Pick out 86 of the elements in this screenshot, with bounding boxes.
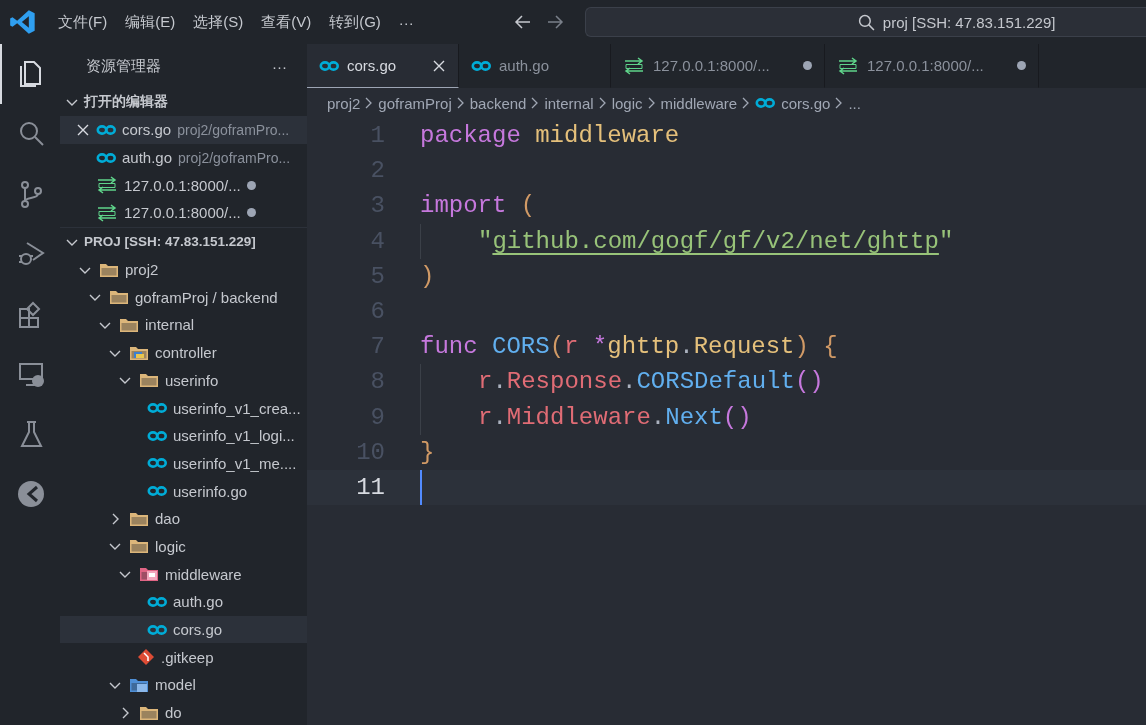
breadcrumb-item[interactable]: ... (848, 94, 861, 112)
text-cursor (420, 469, 422, 505)
folder-icon (129, 510, 149, 527)
file-icon (147, 595, 167, 608)
folder-row[interactable]: logic (60, 532, 307, 561)
file-icon (96, 151, 116, 164)
breadcrumb-item[interactable]: proj2 (327, 94, 361, 112)
unsaved-dot (246, 180, 256, 190)
file-icon (147, 402, 167, 415)
diamond-icon (137, 648, 155, 667)
folder-row[interactable]: goframProj / backend (60, 283, 307, 312)
menu-item[interactable]: 查看(V) (252, 12, 321, 32)
swap-arrows-icon (96, 176, 118, 195)
code-line: "github.com/gogf/gf/v2/net/ghttp" (478, 226, 954, 257)
search-icon (857, 13, 875, 31)
folder-icon (139, 704, 159, 721)
folder-row[interactable]: model (60, 671, 307, 699)
file-icon (147, 457, 167, 470)
folder-icon (99, 261, 119, 278)
file-icon (319, 59, 339, 72)
swap-arrows-icon (623, 56, 645, 75)
code-line: func CORS(r *ghttp.Request) { (420, 332, 838, 363)
code-line: } (420, 437, 435, 468)
open-editor-item[interactable]: 127.0.0.1:8000/... (60, 199, 307, 227)
breadcrumb-item[interactable]: logic (611, 94, 643, 112)
menu-item[interactable]: 选择(S) (184, 12, 253, 32)
folder-row[interactable]: dao (60, 504, 307, 533)
code-line: ) (420, 261, 435, 292)
folder-icon (109, 289, 129, 306)
breadcrumb-item[interactable]: middleware (660, 94, 738, 112)
breadcrumb-item[interactable]: internal (544, 94, 594, 112)
breadcrumb-item[interactable]: backend (469, 94, 527, 112)
folder-icon (129, 538, 149, 555)
line-number: 11 (355, 473, 385, 501)
breadcrumb-item[interactable]: goframProj (378, 94, 452, 112)
menu-item[interactable]: 编辑(E) (116, 12, 185, 32)
file-icon (147, 485, 167, 498)
folder-row[interactable]: internal (60, 311, 307, 339)
more-actions[interactable]: ··· (272, 57, 287, 75)
file-row[interactable]: auth.go (60, 588, 307, 616)
editor-tab[interactable]: cors.go (307, 44, 459, 88)
file-icon (755, 97, 776, 109)
folder-row[interactable]: userinfo (60, 366, 307, 395)
swap-arrows-icon (837, 56, 859, 75)
folder-row[interactable]: proj2 (60, 255, 307, 284)
code-line: r.Response.CORSDefault() (478, 367, 824, 398)
file-icon (471, 59, 491, 72)
open-editor-item[interactable]: cors.go proj2/goframPro... (60, 116, 307, 144)
app-logo (9, 8, 37, 36)
unsaved-dot (246, 208, 256, 218)
folder-icon (139, 372, 159, 389)
folder-row[interactable]: do (60, 698, 307, 725)
sidebar-title: 资源管理器 (86, 56, 161, 76)
folder-icon (129, 344, 149, 361)
file-row[interactable]: userinfo_v1_me.... (60, 449, 307, 478)
file-icon (147, 429, 167, 442)
folder-row[interactable]: controller (60, 338, 307, 367)
unsaved-dot (803, 61, 812, 70)
code-line: package middleware (420, 121, 680, 152)
section-header[interactable]: 打开的编辑器 (60, 88, 307, 116)
open-editor-item[interactable]: auth.go proj2/goframPro... (60, 143, 307, 172)
file-row[interactable]: userinfo.go (60, 477, 307, 505)
menu-item[interactable]: 转到(G) (320, 12, 390, 32)
breadcrumb-item[interactable]: cors.go (755, 94, 831, 112)
close-icon[interactable] (432, 58, 446, 73)
file-row[interactable]: .gitkeep (60, 643, 307, 672)
file-icon (96, 123, 116, 136)
file-row[interactable]: cors.go (60, 615, 307, 644)
file-row[interactable]: userinfo_v1_crea... (60, 394, 307, 422)
menu-item[interactable]: 文件(F) (49, 12, 117, 32)
more-menu[interactable]: ··· (389, 13, 423, 31)
code-line: import ( (420, 191, 536, 222)
file-icon (147, 623, 167, 636)
unsaved-dot (1017, 61, 1026, 70)
close-icon[interactable] (76, 122, 90, 137)
command-center[interactable]: proj [SSH: 47.83.151.229] (584, 7, 1146, 37)
folder-icon (119, 316, 139, 333)
open-editor-item[interactable]: 127.0.0.1:8000/... (60, 171, 307, 200)
folder-row[interactable]: middleware (60, 560, 307, 588)
folder-icon (139, 566, 159, 583)
code-line: r.Middleware.Next() (478, 402, 752, 433)
swap-arrows-icon (96, 203, 118, 222)
section-header[interactable]: PROJ [SSH: 47.83.151.229] (60, 226, 307, 256)
chevron-circle-icon (16, 479, 46, 509)
file-row[interactable]: userinfo_v1_logi... (60, 421, 307, 450)
folder-icon (129, 676, 149, 693)
